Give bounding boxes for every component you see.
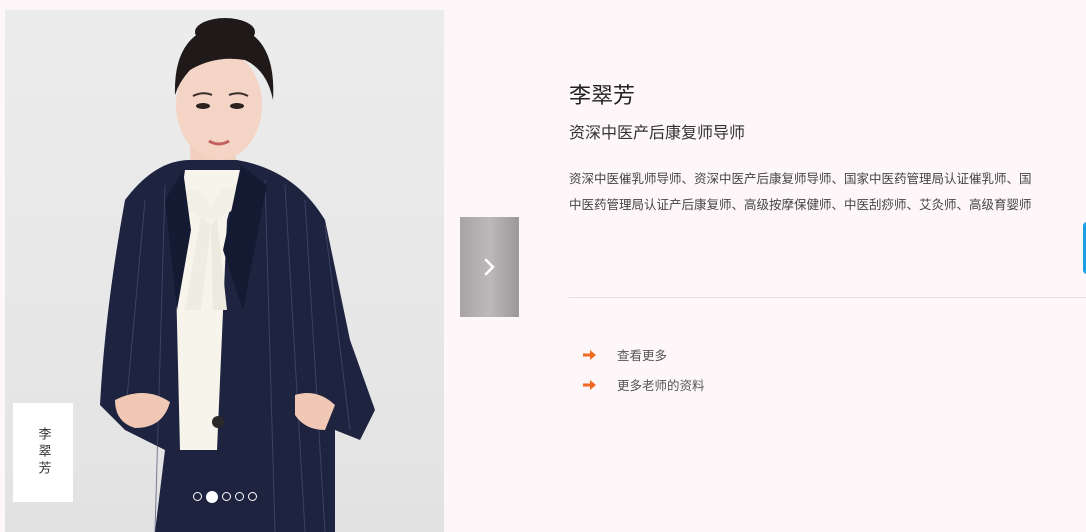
arrow-right-icon bbox=[583, 349, 596, 360]
teacher-description-line: 中医药管理局认证产后康复师、高级按摩保健师、中医刮痧师、艾灸师、高级育婴师 bbox=[569, 197, 1032, 212]
chevron-right-icon bbox=[484, 258, 495, 276]
teacher-name: 李翠芳 bbox=[569, 84, 636, 109]
more-teachers-label: 更多老师的资料 bbox=[617, 378, 705, 393]
divider bbox=[569, 297, 1086, 298]
slide-dot[interactable] bbox=[248, 492, 257, 501]
slide-indicator bbox=[193, 490, 257, 503]
slide-dot[interactable] bbox=[193, 492, 202, 501]
name-card: 李翠芳 bbox=[13, 403, 73, 502]
slide-dot-active[interactable] bbox=[206, 490, 218, 503]
arrow-right-icon bbox=[583, 379, 596, 390]
view-more-link[interactable]: 查看更多 bbox=[583, 345, 667, 364]
teacher-title: 资深中医产后康复师导师 bbox=[569, 123, 746, 142]
slide-dot[interactable] bbox=[222, 492, 231, 501]
slide-dot[interactable] bbox=[235, 492, 244, 501]
teacher-description: 资深中医催乳师导师、资深中医产后康复师导师、国家中医药管理局认证催乳师、国 中医… bbox=[569, 166, 1086, 218]
view-more-label: 查看更多 bbox=[617, 348, 668, 363]
name-card-text: 李翠芳 bbox=[35, 427, 51, 478]
more-teachers-link[interactable]: 更多老师的资料 bbox=[583, 375, 705, 394]
teacher-showcase: 李翠芳 李翠芳 资深中医产后康复师导师 资深中医催乳师导师、资深中医产后康复师导… bbox=[0, 0, 1086, 532]
next-slide-button[interactable] bbox=[460, 217, 519, 317]
teacher-description-line: 资深中医催乳师导师、资深中医产后康复师导师、国家中医药管理局认证催乳师、国 bbox=[569, 171, 1032, 186]
